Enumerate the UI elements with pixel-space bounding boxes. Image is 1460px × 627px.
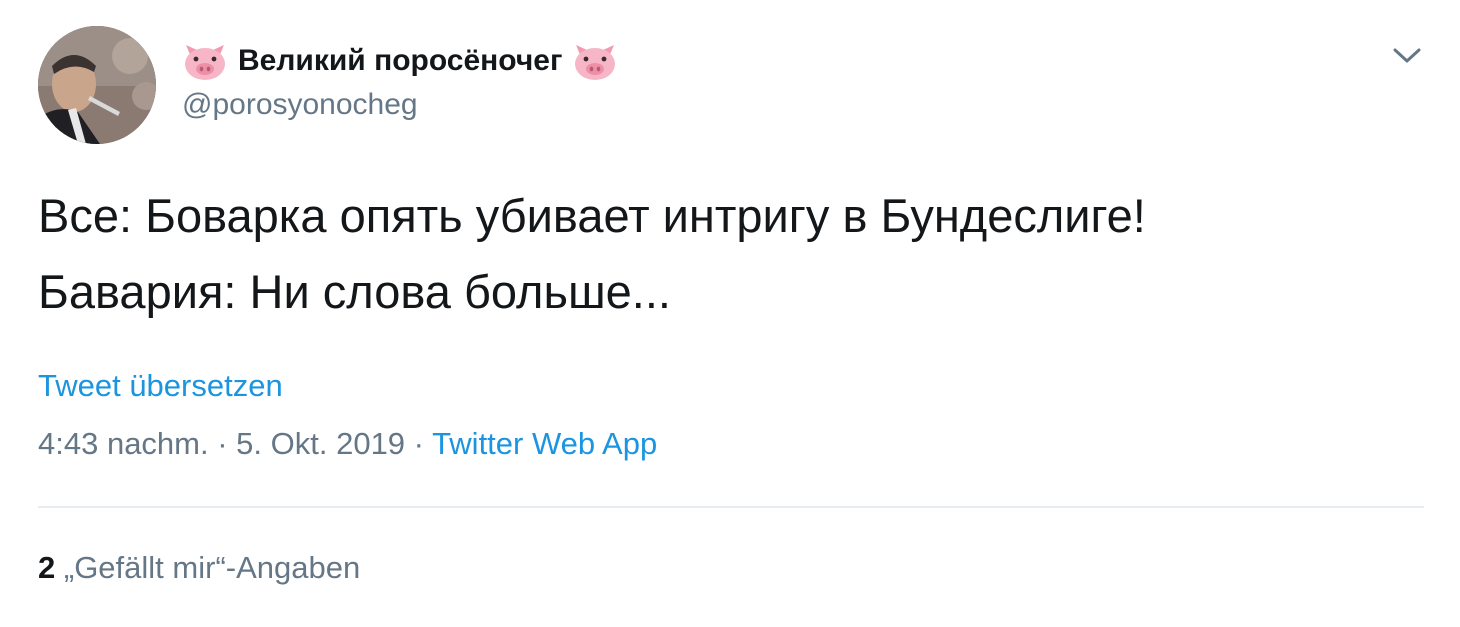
avatar[interactable] <box>38 26 156 144</box>
likes-label: „Gefällt mir“-Angaben <box>63 550 361 585</box>
tweet-source-link[interactable]: Twitter Web App <box>432 426 657 461</box>
meta-separator: · <box>208 426 237 461</box>
divider <box>38 506 1424 508</box>
tweet-text-line: Бавария: Ни слова больше... <box>38 265 671 318</box>
pig-face-icon <box>572 41 618 81</box>
meta-separator: · <box>405 426 433 461</box>
likes-count: 2 <box>38 550 56 585</box>
author-name-row[interactable]: Великий поросёночег <box>182 38 618 84</box>
author-display-name[interactable]: Великий поросёночег <box>238 44 562 78</box>
translate-tweet-link[interactable]: Tweet übersetzen <box>38 368 283 404</box>
tweet-text: Все: Боварка опять убивает интригу в Бун… <box>38 178 1428 330</box>
tweet-meta: 4:43 nachm. · 5. Okt. 2019 · Twitter Web… <box>38 426 657 462</box>
tweet-time[interactable]: 4:43 nachm. <box>38 426 209 461</box>
pig-face-icon <box>182 41 228 81</box>
tweet-date[interactable]: 5. Okt. 2019 <box>236 426 405 461</box>
chevron-down-icon[interactable] <box>1390 40 1424 70</box>
author-handle[interactable]: @porosyonocheg <box>182 88 418 122</box>
likes-stat[interactable]: 2 „Gefällt mir“-Angaben <box>38 550 360 586</box>
tweet-text-line: Все: Боварка опять убивает интригу в Бун… <box>38 189 1146 242</box>
